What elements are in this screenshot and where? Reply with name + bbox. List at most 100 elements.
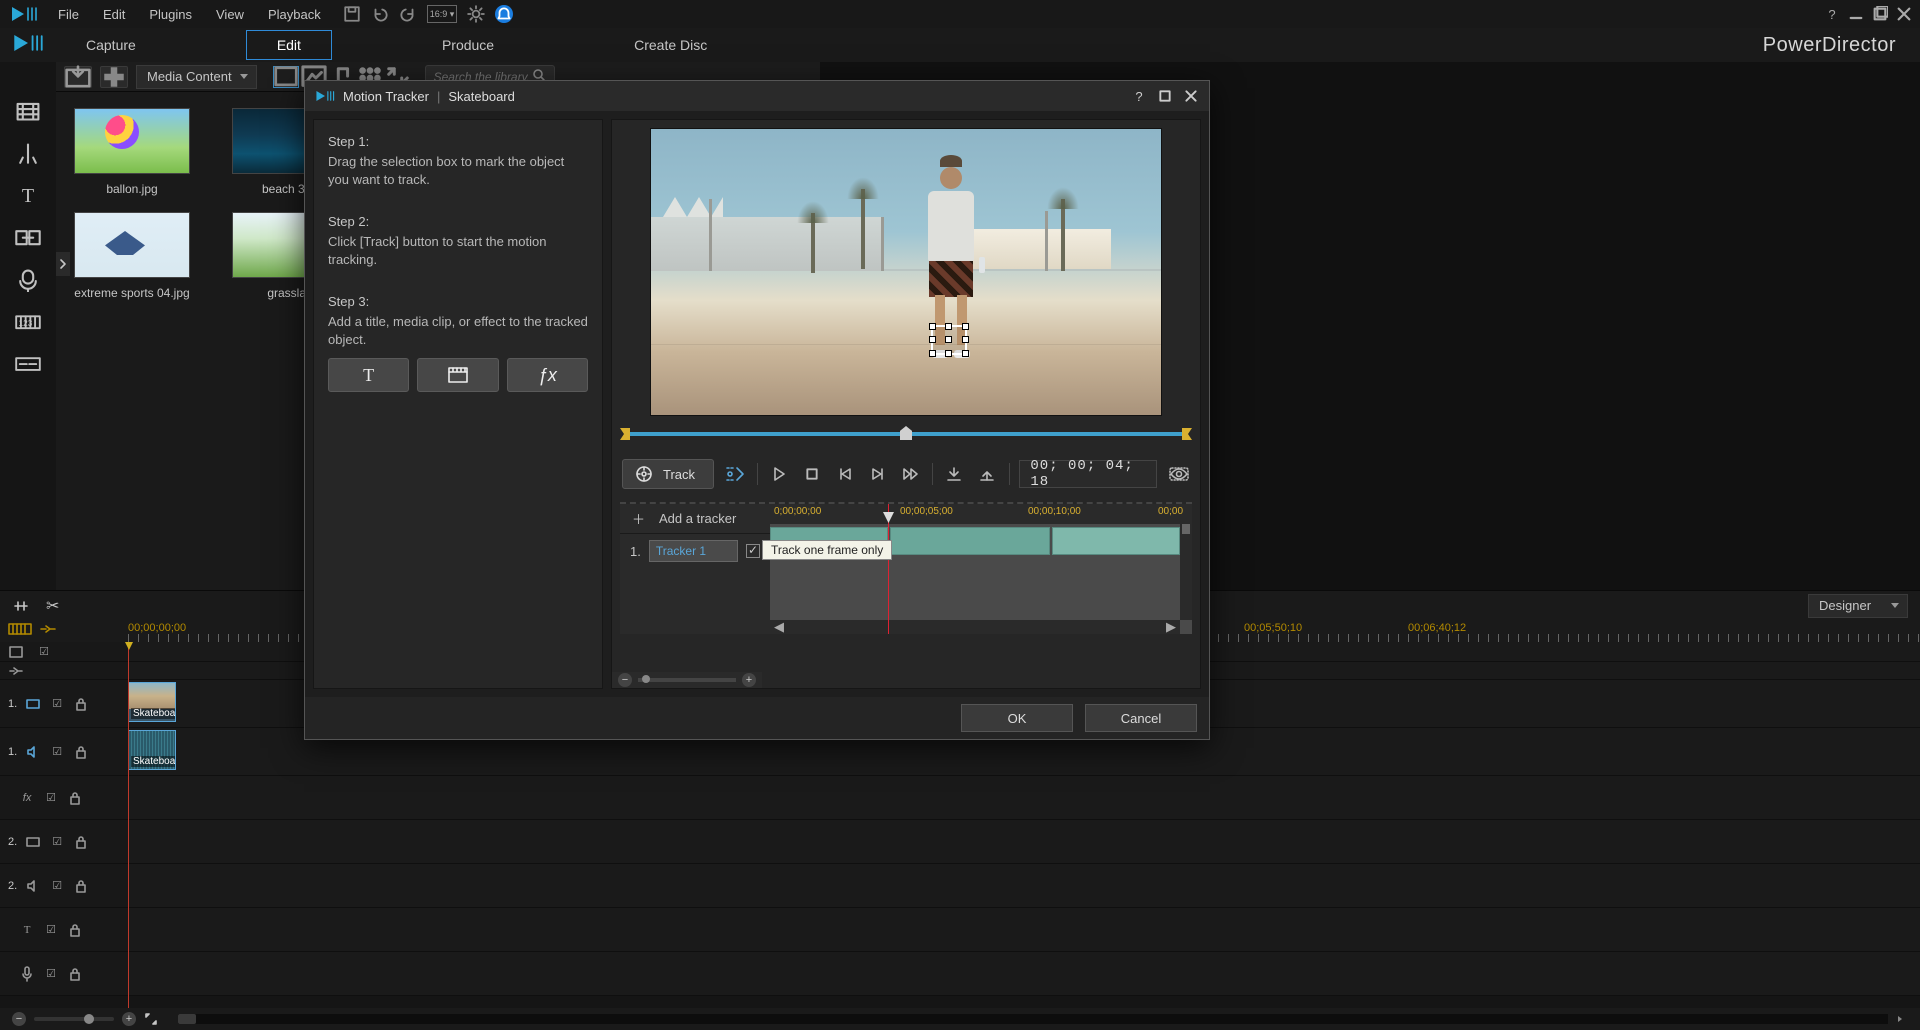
dialog-maximize-icon[interactable] <box>1157 88 1173 104</box>
menu-edit[interactable]: Edit <box>93 3 135 26</box>
track-header-icon[interactable] <box>8 644 24 660</box>
tracker-selection-box[interactable] <box>931 325 967 355</box>
track-visible-icon[interactable]: ☑ <box>49 834 65 850</box>
add-media-button[interactable] <box>417 358 498 392</box>
panel-expand-icon[interactable] <box>56 252 70 276</box>
close-icon[interactable] <box>1896 6 1912 22</box>
ruler-mode-icon[interactable] <box>8 622 32 639</box>
track-sync-icon[interactable] <box>8 663 24 679</box>
track-lock-icon[interactable] <box>67 966 83 982</box>
track-visible-icon[interactable]: ☑ <box>36 644 52 660</box>
add-tracker-button[interactable]: ＋ Add a tracker <box>620 504 770 534</box>
library-dropdown[interactable]: Media Content <box>136 65 257 89</box>
undo-icon[interactable] <box>371 5 389 23</box>
timeline-clip[interactable]: Skateboa <box>128 682 176 722</box>
media-item[interactable]: extreme sports 04.jpg <box>68 212 196 300</box>
tab-edit[interactable]: Edit <box>246 30 332 60</box>
filter-all-icon[interactable] <box>273 66 299 88</box>
track-lock-icon[interactable] <box>73 696 89 712</box>
tracker-zoom-in-icon[interactable]: + <box>742 673 756 687</box>
tracker-scroll-right-icon[interactable]: ▶ <box>1166 619 1176 634</box>
dialog-help-icon[interactable]: ? <box>1131 88 1147 104</box>
designer-dropdown[interactable]: Designer <box>1808 594 1908 618</box>
play-icon[interactable] <box>768 461 791 487</box>
tab-create-disc[interactable]: Create Disc <box>604 31 737 59</box>
fast-forward-icon[interactable] <box>899 461 922 487</box>
menu-playback[interactable]: Playback <box>258 3 331 26</box>
track-visible-icon[interactable]: ☑ <box>49 744 65 760</box>
media-room-icon[interactable] <box>15 100 41 124</box>
prev-frame-icon[interactable] <box>833 461 856 487</box>
tracker-zoom-out-icon[interactable]: − <box>618 673 632 687</box>
menu-file[interactable]: File <box>48 3 89 26</box>
ok-button[interactable]: OK <box>961 704 1073 732</box>
tab-capture[interactable]: Capture <box>56 31 166 59</box>
import-media-icon[interactable] <box>64 66 92 88</box>
mark-out-icon[interactable] <box>976 461 999 487</box>
tracker-enabled-checkbox[interactable] <box>746 544 760 558</box>
preview-scrubber[interactable] <box>620 428 1192 440</box>
title-room-icon[interactable]: T <box>15 184 41 208</box>
timecode-display[interactable]: 00; 00; 04; 18 <box>1019 460 1157 488</box>
track-button[interactable]: Track <box>622 459 714 489</box>
out-point-handle[interactable] <box>1182 428 1192 440</box>
zoom-slider[interactable] <box>34 1017 114 1021</box>
aspect-ratio-icon[interactable]: 16:9 ▾ <box>427 5 458 23</box>
tracker-playhead[interactable] <box>888 504 889 634</box>
add-title-button[interactable]: T <box>328 358 409 392</box>
cancel-button[interactable]: Cancel <box>1085 704 1197 732</box>
tracker-name-input[interactable]: Tracker 1 <box>649 540 738 562</box>
transition-room-icon[interactable] <box>15 226 41 250</box>
scroll-right-icon[interactable] <box>1896 1012 1908 1027</box>
preview-quality-icon[interactable] <box>1167 461 1190 487</box>
maximize-icon[interactable] <box>1872 6 1888 22</box>
zoom-in-icon[interactable]: + <box>122 1012 136 1026</box>
add-effect-button[interactable]: ƒx <box>507 358 588 392</box>
audio-room-icon[interactable] <box>15 268 41 292</box>
plugin-icon[interactable] <box>100 66 128 88</box>
preview-viewport[interactable] <box>650 128 1162 416</box>
track-visible-icon[interactable]: ☑ <box>49 878 65 894</box>
timeline-scrollbar[interactable] <box>178 1014 1888 1024</box>
track-lock-icon[interactable] <box>73 834 89 850</box>
align-tool-icon[interactable] <box>12 599 30 613</box>
track-visible-icon[interactable]: ☑ <box>49 696 65 712</box>
help-icon[interactable]: ? <box>1824 6 1840 22</box>
minimize-icon[interactable] <box>1848 6 1864 22</box>
scrubber-thumb[interactable] <box>900 426 912 440</box>
split-tool-icon[interactable]: ✂ <box>46 596 59 616</box>
subtitle-room-icon[interactable] <box>15 352 41 376</box>
zoom-out-icon[interactable]: − <box>12 1012 26 1026</box>
dialog-close-icon[interactable] <box>1183 88 1199 104</box>
track-lock-icon[interactable] <box>73 878 89 894</box>
mark-in-icon[interactable] <box>943 461 966 487</box>
tracker-list-item[interactable]: 1. Tracker 1 <box>620 534 770 568</box>
snap-icon[interactable] <box>38 622 58 639</box>
track-one-frame-button[interactable] <box>724 461 747 487</box>
stop-icon[interactable] <box>801 461 824 487</box>
chapter-room-icon[interactable]: 123 <box>15 310 41 334</box>
redo-icon[interactable] <box>399 5 417 23</box>
track-lock-icon[interactable] <box>67 922 83 938</box>
track-visible-icon[interactable]: ☑ <box>43 790 59 806</box>
timeline-clip[interactable]: Skateboa <box>128 730 176 770</box>
menu-plugins[interactable]: Plugins <box>139 3 202 26</box>
track-visible-icon[interactable]: ☑ <box>43 966 59 982</box>
tracker-vscrollbar[interactable] <box>1180 524 1192 620</box>
fit-timeline-icon[interactable] <box>144 1012 158 1026</box>
save-icon[interactable] <box>343 5 361 23</box>
media-item[interactable]: ballon.jpg <box>68 108 196 196</box>
menu-view[interactable]: View <box>206 3 254 26</box>
in-point-handle[interactable] <box>620 428 630 440</box>
tracker-scroll-left-icon[interactable]: ◀ <box>774 619 784 634</box>
particle-room-icon[interactable] <box>15 142 41 166</box>
track-lock-icon[interactable] <box>67 790 83 806</box>
track-visible-icon[interactable]: ☑ <box>43 922 59 938</box>
tracker-ruler[interactable]: 0;00;00;00 00;00;05;00 00;00;10;00 00;00 <box>770 504 1192 524</box>
track-lock-icon[interactable] <box>73 744 89 760</box>
notifications-icon[interactable] <box>495 5 513 23</box>
dialog-titlebar[interactable]: Motion Tracker | Skateboard ? <box>305 81 1209 111</box>
next-frame-icon[interactable] <box>866 461 889 487</box>
tab-produce[interactable]: Produce <box>412 31 524 59</box>
settings-icon[interactable] <box>467 5 485 23</box>
